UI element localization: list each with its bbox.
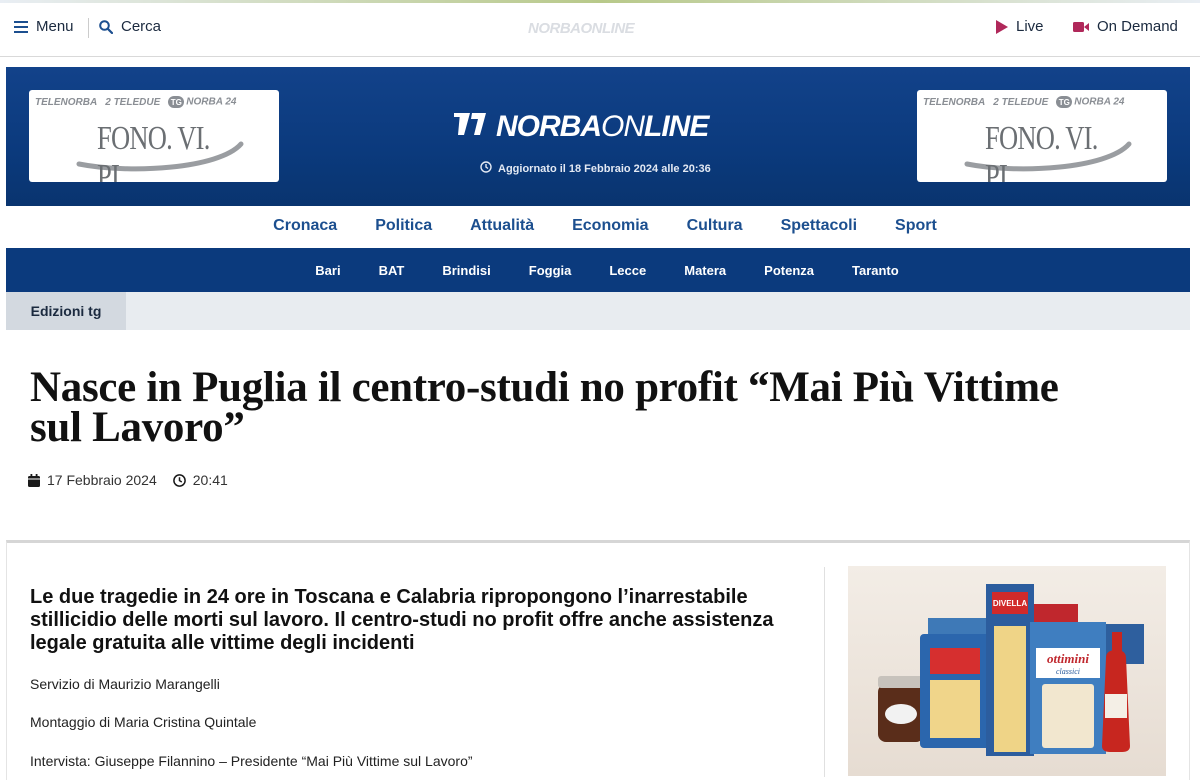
ad-text: FONO. VI. PI. (985, 120, 1098, 182)
article-date-text: 17 Febbraio 2024 (47, 472, 157, 488)
column-divider (824, 567, 825, 777)
nav-item-attualita[interactable]: Attualità (470, 217, 534, 235)
logo-end: LINE (644, 110, 709, 143)
ad-brand-norba24: TG NORBA 24 (1056, 96, 1124, 108)
video-camera-icon (1073, 21, 1089, 33)
article-title: Nasce in Puglia il centro-studi no profi… (30, 364, 1059, 451)
province-item-brindisi[interactable]: Brindisi (442, 263, 490, 278)
article-subtitle: Le due tragedie in 24 ore in Toscana e C… (30, 586, 774, 654)
clock-icon (172, 473, 186, 487)
ad-brand-telenorba: TELENORBA (35, 96, 98, 108)
promo-product-text: ottimini (1047, 651, 1089, 666)
topbar-faint-logo[interactable]: NORBAONLINE (528, 20, 635, 37)
menu-label: Menu (36, 18, 74, 35)
province-item-lecce[interactable]: Lecce (609, 263, 646, 278)
menu-button[interactable]: Menu (14, 18, 74, 35)
credit-montaggio: Montaggio di Maria Cristina Quintale (30, 714, 257, 730)
province-item-bari[interactable]: Bari (315, 263, 340, 278)
calendar-icon (28, 473, 40, 487)
play-icon (996, 19, 1008, 34)
nav-item-sport[interactable]: Sport (895, 217, 937, 235)
top-utility-bar: Menu Cerca NORBAONLINE Live On Demand (0, 0, 1200, 57)
promo-product-sub-text: classici (1056, 667, 1080, 676)
province-item-bat[interactable]: BAT (379, 263, 405, 278)
search-icon (99, 19, 113, 34)
last-updated-text: Aggiornato il 18 Febbraio 2024 alle 20:3… (498, 162, 711, 175)
norba-logo-mark-icon (454, 109, 490, 145)
topbar-divider (88, 18, 89, 38)
ad-text: FONO. VI. PI. (97, 120, 210, 182)
ad-brand-norba24: TG NORBA 24 (168, 96, 236, 108)
ad-brand-strip: TELENORBA 2 TELEDUE TG NORBA 24 (35, 95, 273, 109)
tg-badge: TG (168, 96, 185, 108)
last-updated: Aggiornato il 18 Febbraio 2024 alle 20:3… (480, 161, 711, 176)
site-logo[interactable]: NORBA ON LINE (454, 109, 709, 145)
province-item-foggia[interactable]: Foggia (529, 263, 572, 278)
ad-brand-teledue: 2 TELEDUE (993, 96, 1049, 108)
header-ad-right[interactable]: TELENORBA 2 TELEDUE TG NORBA 24 FONO. VI.… (917, 90, 1167, 182)
nav-item-politica[interactable]: Politica (375, 217, 432, 235)
province-nav: Bari BAT Brindisi Foggia Lecce Matera Po… (6, 248, 1190, 292)
article-time-text: 20:41 (192, 472, 228, 488)
search-button[interactable]: Cerca (99, 18, 161, 35)
top-accent-line (0, 0, 1200, 3)
editions-bar: Edizioni tg (6, 292, 1190, 330)
nav-item-economia[interactable]: Economia (572, 217, 648, 235)
article-meta: 17 Febbraio 2024 20:41 (28, 472, 244, 488)
on-demand-label: On Demand (1097, 18, 1178, 35)
live-label: Live (1016, 18, 1044, 35)
article-date: 17 Febbraio 2024 (28, 472, 157, 488)
ad-brand-telenorba: TELENORBA (923, 96, 986, 108)
logo-bold: NORBA (496, 110, 602, 143)
live-button[interactable]: Live (996, 18, 1044, 35)
on-demand-button[interactable]: On Demand (1073, 18, 1178, 35)
search-label: Cerca (121, 18, 162, 35)
promo-brand-text: DIVELLA (993, 599, 1027, 608)
province-item-matera[interactable]: Matera (684, 263, 726, 278)
nav-item-cultura[interactable]: Cultura (687, 217, 743, 235)
clock-icon (480, 161, 492, 176)
credit-intervista: Intervista: Giuseppe Filannino – Preside… (30, 753, 473, 769)
province-item-taranto[interactable]: Taranto (852, 263, 899, 278)
category-nav: Cronaca Politica Attualità Economia Cult… (6, 206, 1190, 248)
ad-brand-strip: TELENORBA 2 TELEDUE TG NORBA 24 (923, 95, 1161, 109)
promo-product-image[interactable]: DIVELLA ottimini classici (848, 566, 1166, 776)
header-ad-left[interactable]: TELENORBA 2 TELEDUE TG NORBA 24 FONO. VI.… (29, 90, 279, 182)
nav-item-spettacoli[interactable]: Spettacoli (781, 217, 857, 235)
tab-edizioni-tg[interactable]: Edizioni tg (6, 292, 126, 330)
tg-badge: TG (1056, 96, 1073, 108)
article-time: 20:41 (172, 472, 228, 488)
pasta-products-illustration: DIVELLA ottimini classici (848, 566, 1166, 776)
logo-thin: ON (601, 110, 645, 143)
ad-brand-teledue: 2 TELEDUE (105, 96, 161, 108)
credit-servizio: Servizio di Maurizio Marangelli (30, 676, 220, 692)
hamburger-icon (14, 20, 28, 33)
site-header: TELENORBA 2 TELEDUE TG NORBA 24 FONO. VI.… (6, 67, 1190, 206)
province-item-potenza[interactable]: Potenza (764, 263, 814, 278)
nav-item-cronaca[interactable]: Cronaca (273, 217, 337, 235)
